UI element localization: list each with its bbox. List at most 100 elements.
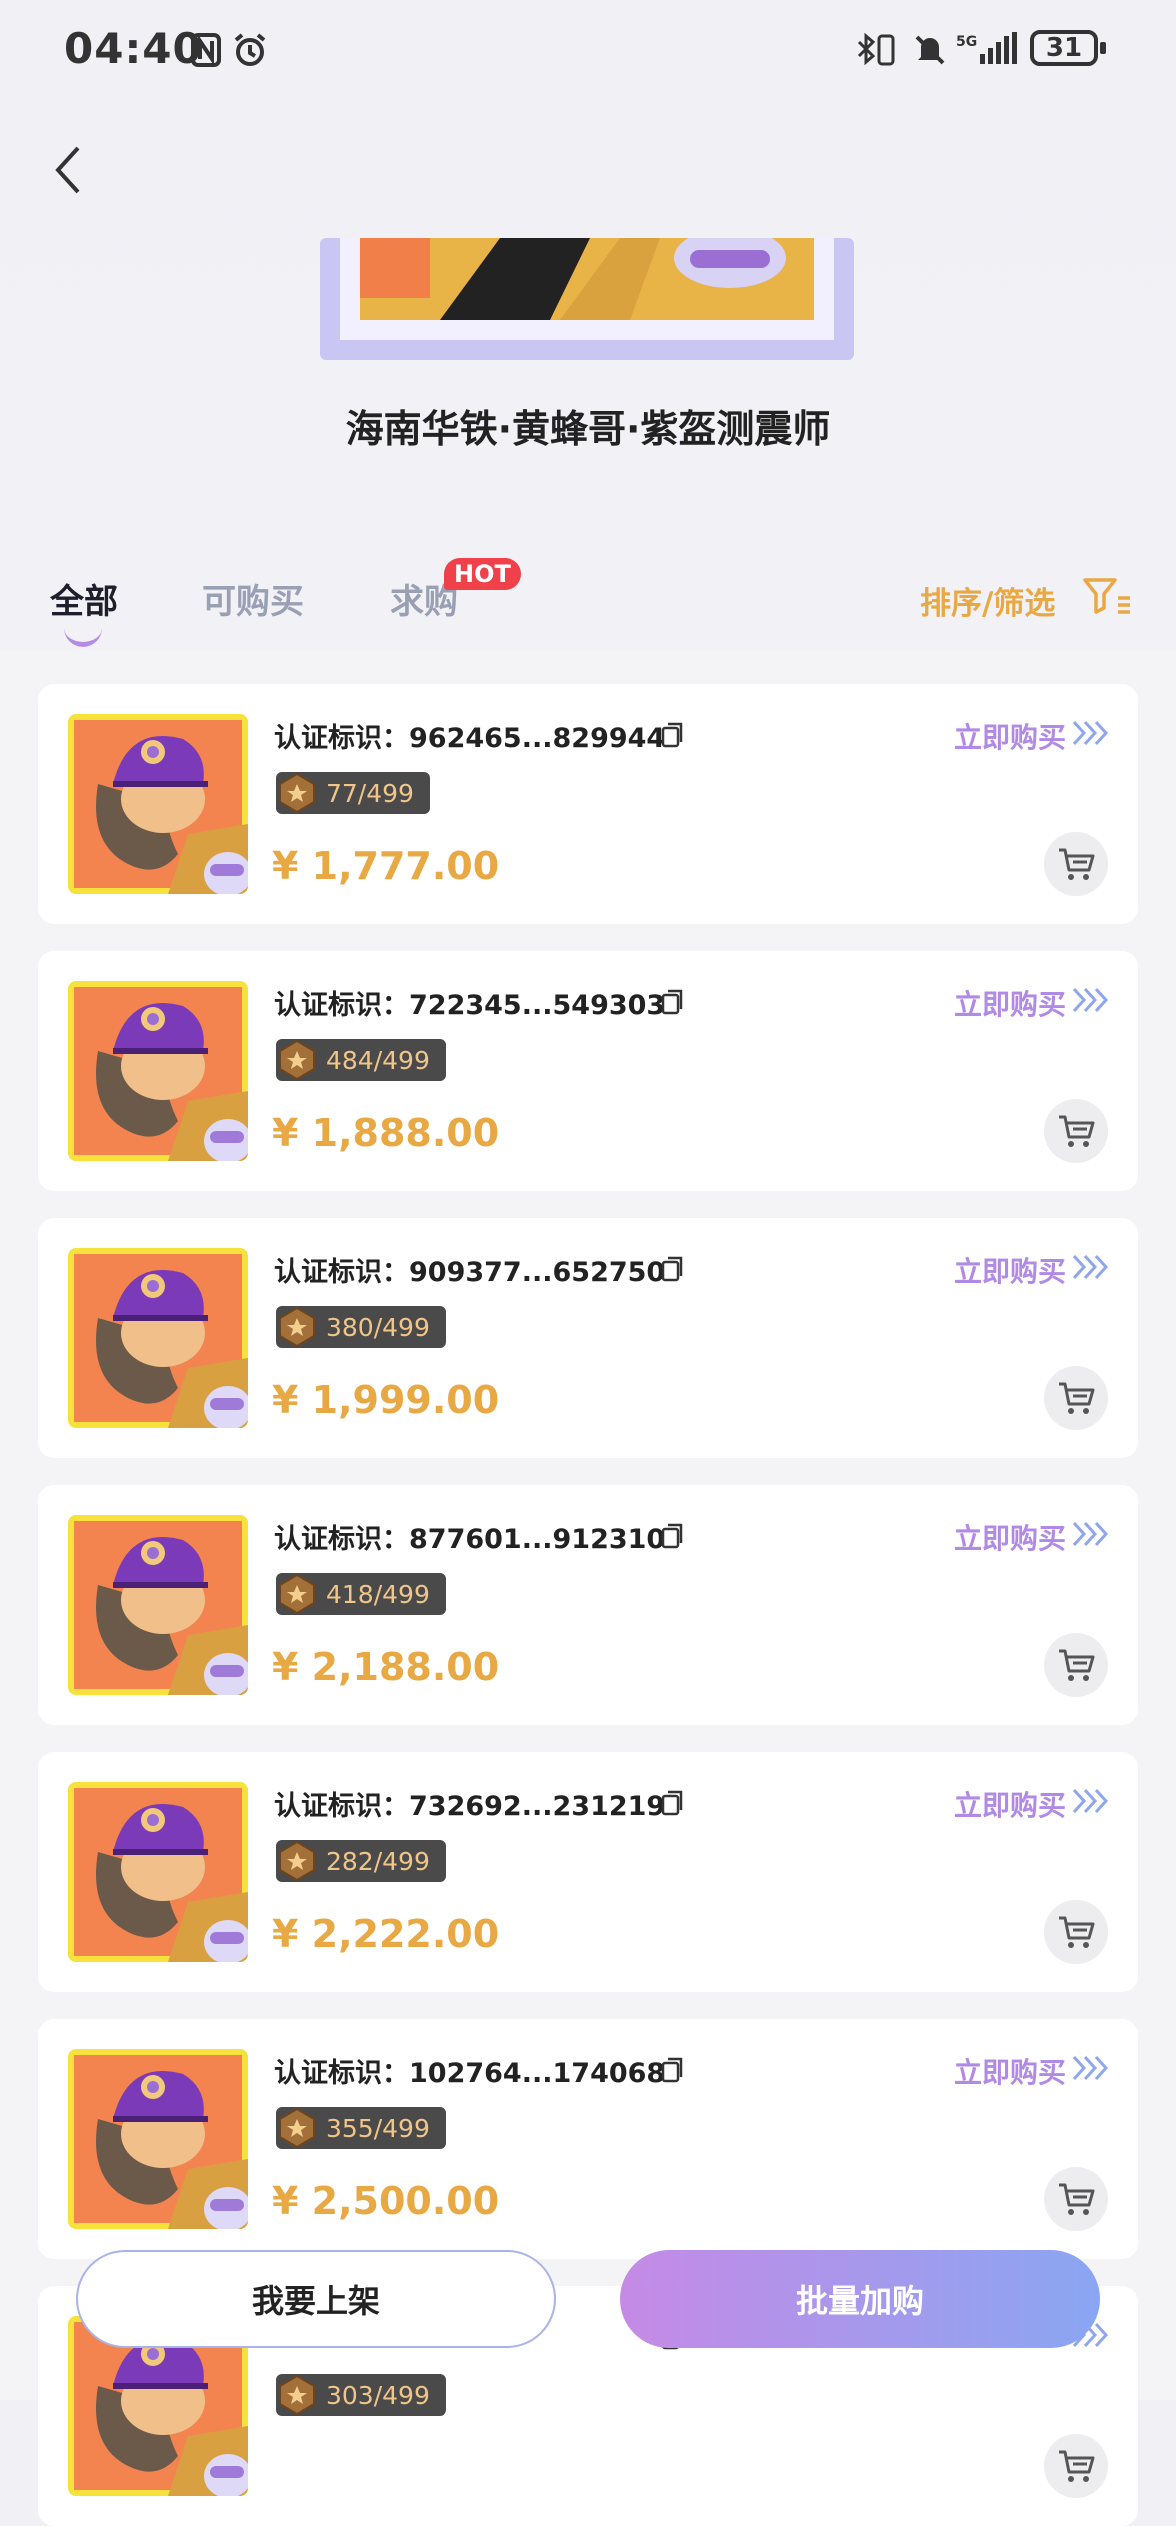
cert-id-text: 认证标识：962465...829944 (274, 716, 665, 755)
buy-now-link[interactable]: 立即购买 (954, 1250, 1066, 1290)
price: ¥ 1,888.00 (272, 1111, 500, 1155)
star-hex-icon (279, 1306, 315, 1348)
edition-number: 418/499 (326, 1579, 430, 1609)
edition-badge: 380/499 (276, 1306, 446, 1348)
add-to-cart-button[interactable] (1044, 832, 1108, 896)
price: ¥ 2,500.00 (272, 2179, 500, 2223)
tab-active-indicator (64, 628, 102, 647)
add-to-cart-button[interactable] (1044, 1099, 1108, 1163)
cert-id: 962465...829944 (409, 723, 666, 754)
edition-number: 303/499 (326, 2380, 430, 2410)
star-hex-icon (279, 772, 315, 814)
nft-thumbnail (68, 714, 248, 894)
copy-icon[interactable] (661, 1790, 685, 1816)
hot-badge: HOT (444, 558, 521, 590)
list-for-sale-button[interactable]: 我要上架 (76, 2250, 556, 2348)
back-button[interactable] (48, 140, 88, 200)
signal-5g-icon: 5G (956, 30, 1022, 70)
cert-label: 认证标识： (274, 990, 409, 1021)
buy-now-link[interactable]: 立即购买 (954, 1784, 1066, 1824)
price: ¥ 1,999.00 (272, 1378, 500, 1422)
listing-card[interactable]: 认证标识：732692...231219 282/499 ¥ 2,222.00 … (38, 1752, 1138, 1992)
cert-id: 732692...231219 (409, 1791, 666, 1822)
cart-icon (1059, 1382, 1095, 1414)
star-hex-icon (279, 1039, 315, 1081)
batch-add-button[interactable]: 批量加购 (620, 2250, 1100, 2348)
buy-now-link[interactable]: 立即购买 (954, 983, 1066, 1023)
chevrons-right-icon[interactable] (1070, 1252, 1110, 1282)
battery-icon: 31 (1030, 30, 1106, 66)
filter-icon[interactable] (1082, 576, 1132, 616)
copy-icon[interactable] (661, 1256, 685, 1282)
star-hex-icon (279, 2107, 315, 2149)
tab-all[interactable]: 全部 (50, 574, 118, 623)
star-hex-icon (279, 1573, 315, 1615)
cart-icon (1059, 1115, 1095, 1147)
nft-thumbnail (68, 1782, 248, 1962)
cert-id: 102764...174068 (409, 2058, 666, 2089)
listing-card[interactable]: 认证标识：962465...829944 77/499 ¥ 1,777.00 立… (38, 684, 1138, 924)
copy-icon[interactable] (661, 1523, 685, 1549)
copy-icon[interactable] (661, 2057, 685, 2083)
listing-card[interactable]: 认证标识：102764...174068 355/499 ¥ 2,500.00 … (38, 2019, 1138, 2259)
alarm-icon (230, 30, 270, 70)
star-hex-icon (279, 2374, 315, 2416)
cert-label: 认证标识： (274, 1524, 409, 1555)
cert-label: 认证标识： (274, 723, 409, 754)
cert-id: 722345...549303 (409, 990, 666, 1021)
cart-icon (1059, 2450, 1095, 2482)
add-to-cart-button[interactable] (1044, 2167, 1108, 2231)
price: ¥ 1,777.00 (272, 844, 500, 888)
listing-card[interactable]: 认证标识：877601...912310 418/499 ¥ 2,188.00 … (38, 1485, 1138, 1725)
price: ¥ 2,222.00 (272, 1912, 500, 1956)
cert-label: 认证标识： (274, 2058, 409, 2089)
listing-card[interactable]: 认证标识：909377...652750 380/499 ¥ 1,999.00 … (38, 1218, 1138, 1458)
cert-id-text: 认证标识：877601...912310 (274, 1517, 665, 1556)
chevrons-right-icon[interactable] (1070, 1786, 1110, 1816)
edition-badge: 484/499 (276, 1039, 446, 1081)
tab-available[interactable]: 可购买 (202, 574, 304, 623)
chevrons-right-icon[interactable] (1070, 2053, 1110, 2083)
chevrons-right-icon[interactable] (1070, 985, 1110, 1015)
edition-badge: 303/499 (276, 2374, 446, 2416)
nfc-icon (188, 30, 224, 70)
buy-now-link[interactable]: 立即购买 (954, 716, 1066, 756)
edition-number: 484/499 (326, 1045, 430, 1075)
add-to-cart-button[interactable] (1044, 1366, 1108, 1430)
chevrons-right-icon[interactable] (1070, 1519, 1110, 1549)
svg-text:5G: 5G (956, 34, 977, 50)
edition-number: 355/499 (326, 2113, 430, 2143)
cert-id: 909377...652750 (409, 1257, 666, 1288)
star-hex-icon (279, 1840, 315, 1882)
add-to-cart-button[interactable] (1044, 1900, 1108, 1964)
cart-icon (1059, 1916, 1095, 1948)
add-to-cart-button[interactable] (1044, 1633, 1108, 1697)
cert-label: 认证标识： (274, 1791, 409, 1822)
add-to-cart-button[interactable] (1044, 2434, 1108, 2498)
cart-icon (1059, 2183, 1095, 2215)
cert-id-text: 认证标识：102764...174068 (274, 2051, 665, 2090)
edition-badge: 282/499 (276, 1840, 446, 1882)
buy-now-link[interactable]: 立即购买 (954, 2051, 1066, 2091)
edition-badge: 355/499 (276, 2107, 446, 2149)
cover-image (360, 238, 814, 320)
nft-thumbnail (68, 1515, 248, 1695)
buy-now-link[interactable]: 立即购买 (954, 1517, 1066, 1557)
chevrons-right-icon[interactable] (1070, 718, 1110, 748)
status-time: 04:40 (64, 24, 203, 73)
edition-badge: 418/499 (276, 1573, 446, 1615)
page-title: 海南华铁·黄蜂哥·紫盔测震师 (345, 407, 831, 451)
sort-filter-button[interactable]: 排序/筛选 (920, 578, 1055, 623)
bluetooth-vibrate-icon (852, 30, 902, 70)
edition-badge: 77/499 (276, 772, 430, 814)
cert-id: 877601...912310 (409, 1524, 666, 1555)
cert-id-text: 认证标识：722345...549303 (274, 983, 665, 1022)
status-bar: 04:40 5G 31 (0, 0, 1176, 100)
nft-thumbnail (68, 2049, 248, 2229)
copy-icon[interactable] (661, 989, 685, 1015)
listing-card[interactable]: 认证标识：722345...549303 484/499 ¥ 1,888.00 … (38, 951, 1138, 1191)
edition-number: 282/499 (326, 1846, 430, 1876)
cart-icon (1059, 848, 1095, 880)
copy-icon[interactable] (661, 722, 685, 748)
cert-label: 认证标识： (274, 1257, 409, 1288)
